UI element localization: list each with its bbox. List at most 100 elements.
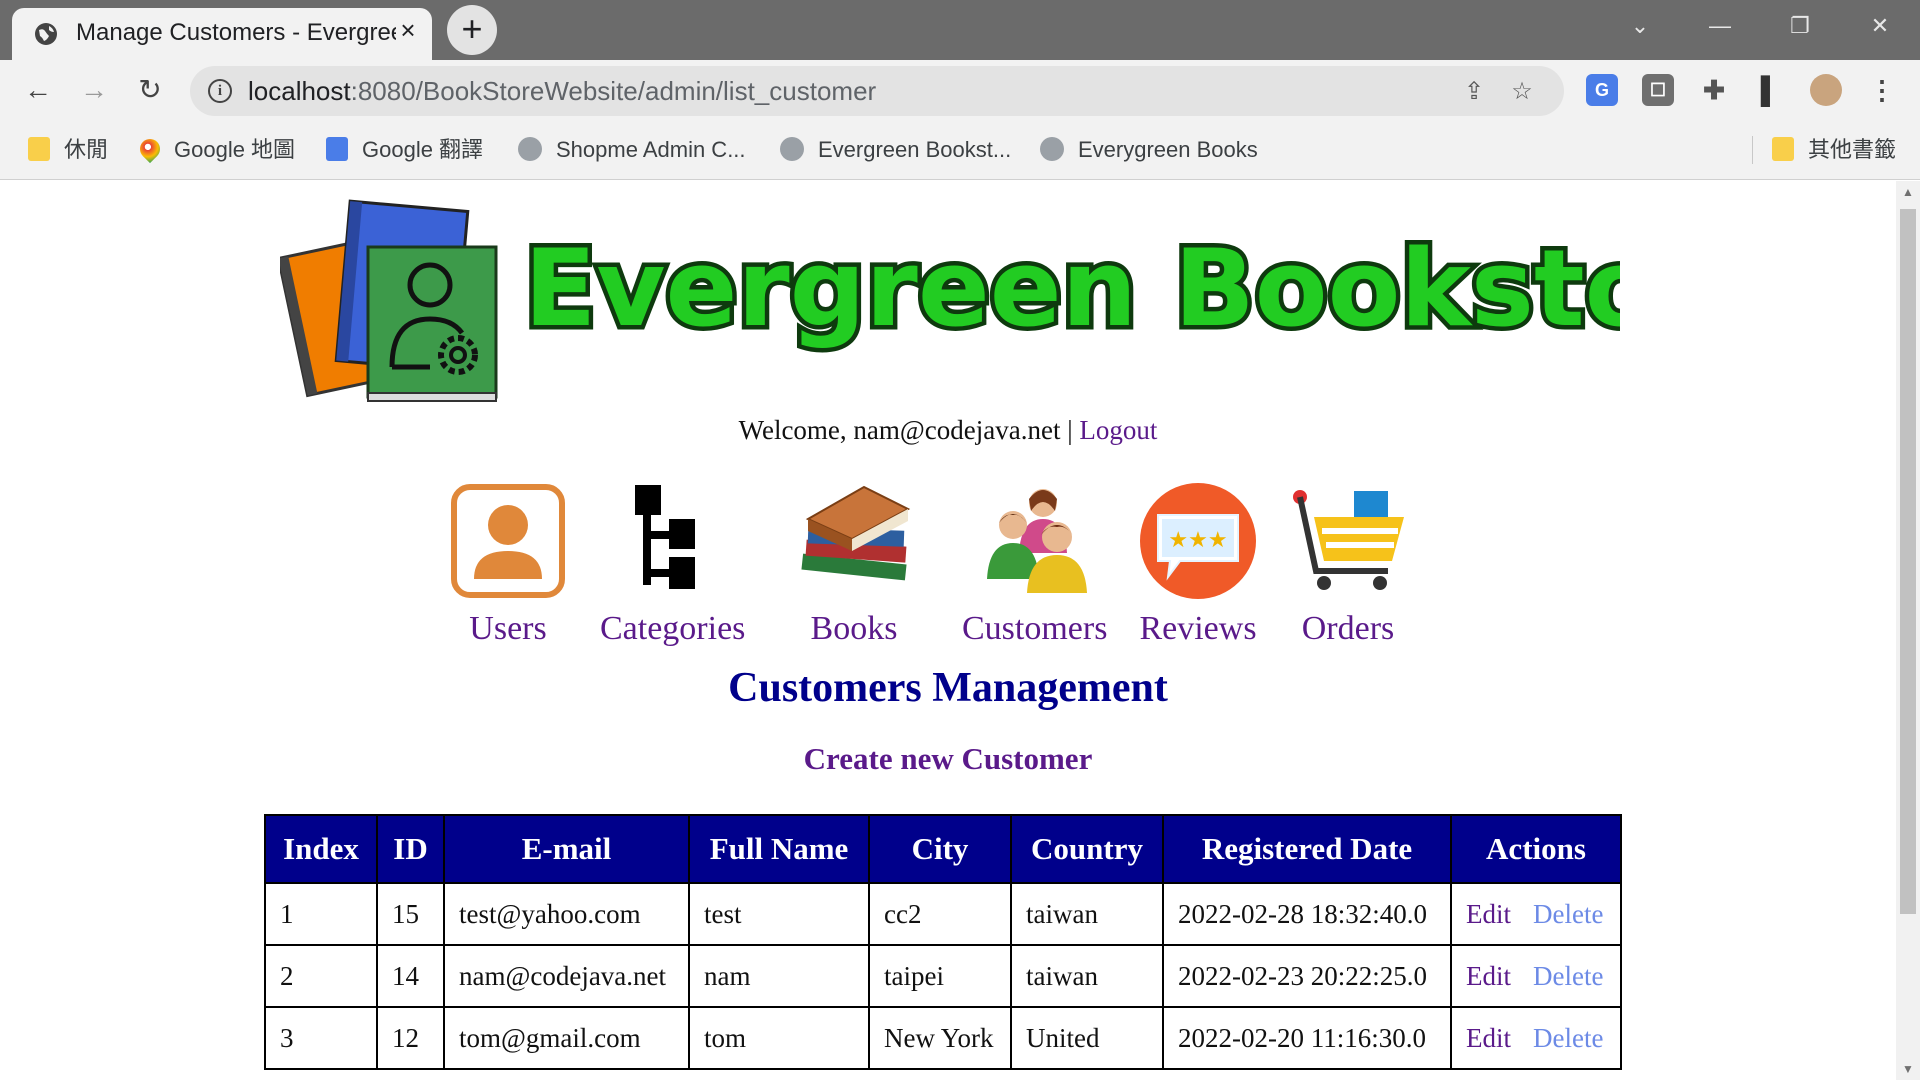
tab-title: Manage Customers - Evergreen bbox=[76, 19, 396, 46]
cell-index: 2 bbox=[264, 944, 378, 1008]
table-row: 1 15 test@yahoo.com test cc2 taiwan 2022… bbox=[264, 882, 1622, 946]
menu-customers[interactable]: Customers bbox=[962, 481, 1107, 648]
menu-users-label: Users bbox=[469, 610, 547, 647]
bookmark-star-icon[interactable]: ☆ bbox=[1508, 78, 1536, 106]
browser-tab-strip: Manage Customers - Evergreen × + ⌄ — ❐ ✕ bbox=[0, 0, 1920, 60]
browser-tab[interactable]: Manage Customers - Evergreen × bbox=[12, 8, 432, 60]
menu-customers-label: Customers bbox=[962, 610, 1108, 647]
cell-country: taiwan bbox=[1010, 882, 1164, 946]
other-bookmarks-folder[interactable]: 其他書籤 bbox=[1772, 134, 1896, 166]
cell-index: 1 bbox=[264, 882, 378, 946]
bookmark-shopme[interactable]: Shopme Admin C... bbox=[518, 134, 746, 166]
logout-link[interactable]: Logout bbox=[1079, 415, 1157, 445]
cell-id: 14 bbox=[376, 944, 445, 1008]
tab-search-icon[interactable]: ⌄ bbox=[1610, 8, 1670, 44]
new-tab-button[interactable]: + bbox=[447, 5, 497, 55]
menu-books[interactable]: Books bbox=[794, 481, 914, 648]
welcome-text: Welcome, nam@codejava.net bbox=[738, 415, 1061, 445]
table-row: 3 12 tom@gmail.com tom New York United 2… bbox=[264, 1006, 1622, 1070]
forward-icon[interactable]: → bbox=[76, 72, 112, 108]
cell-registered-date: 2022-02-20 11:16:30.0 bbox=[1162, 1006, 1452, 1070]
menu-categories-label: Categories bbox=[600, 610, 746, 647]
edit-link[interactable]: Edit bbox=[1466, 961, 1511, 991]
column-header: Index bbox=[264, 814, 378, 884]
profile-avatar[interactable] bbox=[1810, 74, 1842, 106]
welcome-bar: Welcome, nam@codejava.net | Logout bbox=[0, 415, 1896, 446]
scrollbar-thumb[interactable] bbox=[1900, 209, 1916, 914]
column-header: Country bbox=[1010, 814, 1164, 884]
google-translate-extension-icon[interactable]: G bbox=[1586, 74, 1618, 106]
bookmark-folder[interactable]: 休閒 bbox=[28, 134, 108, 166]
extensions-puzzle-icon[interactable]: ✚ bbox=[1698, 74, 1730, 106]
restore-icon[interactable]: ❐ bbox=[1770, 8, 1830, 44]
column-header: ID bbox=[376, 814, 445, 884]
column-header: Actions bbox=[1450, 814, 1622, 884]
maps-pin-icon bbox=[135, 135, 165, 164]
side-panel-icon[interactable]: ▌ bbox=[1754, 74, 1786, 106]
customers-table: Index ID E-mail Full Name City Country R… bbox=[264, 814, 1622, 1070]
cell-registered-date: 2022-02-23 20:22:25.0 bbox=[1162, 944, 1452, 1008]
delete-link[interactable]: Delete bbox=[1533, 961, 1603, 991]
column-header: Full Name bbox=[688, 814, 870, 884]
close-window-icon[interactable]: ✕ bbox=[1850, 8, 1910, 44]
address-bar[interactable]: i localhost:8080/BookStoreWebsite/admin/… bbox=[190, 66, 1564, 116]
site-info-icon[interactable]: i bbox=[208, 79, 232, 103]
url-text[interactable]: localhost:8080/BookStoreWebsite/admin/li… bbox=[248, 76, 876, 107]
scroll-down-icon[interactable]: ▼ bbox=[1901, 1062, 1915, 1076]
page-content: Evergreen Bookstore Welcome, nam@codejav… bbox=[0, 181, 1896, 1080]
books-icon bbox=[801, 485, 911, 581]
cell-actions: Edit Delete bbox=[1450, 1006, 1622, 1070]
folder-icon bbox=[1772, 137, 1794, 162]
cell-country: taiwan bbox=[1010, 944, 1164, 1008]
delete-link[interactable]: Delete bbox=[1533, 1023, 1603, 1053]
menu-categories[interactable]: Categories bbox=[600, 481, 745, 648]
bookmarks-divider bbox=[1752, 136, 1753, 164]
svg-text:★★★: ★★★ bbox=[1168, 528, 1227, 553]
bookmark-evergreen[interactable]: Evergreen Bookst... bbox=[780, 134, 1011, 166]
menu-orders[interactable]: Orders bbox=[1288, 481, 1408, 648]
cell-actions: Edit Delete bbox=[1450, 944, 1622, 1008]
edit-link[interactable]: Edit bbox=[1466, 1023, 1511, 1053]
cell-city: taipei bbox=[868, 944, 1012, 1008]
cell-full-name: nam bbox=[688, 944, 870, 1008]
column-header: Registered Date bbox=[1162, 814, 1452, 884]
scroll-up-icon[interactable]: ▲ bbox=[1901, 185, 1915, 199]
orders-icon bbox=[1293, 490, 1404, 590]
menu-users[interactable]: Users bbox=[448, 481, 568, 648]
menu-reviews-label: Reviews bbox=[1139, 610, 1257, 647]
welcome-separator: | bbox=[1067, 415, 1073, 445]
cell-registered-date: 2022-02-28 18:32:40.0 bbox=[1162, 882, 1452, 946]
page-scrollbar[interactable]: ▲ ▼ bbox=[1896, 181, 1920, 1080]
reload-icon[interactable]: ↻ bbox=[132, 72, 168, 108]
back-icon[interactable]: ← bbox=[20, 72, 56, 108]
bookmark-google-translate[interactable]: Google 翻譯 bbox=[326, 134, 483, 166]
tab-close-icon[interactable]: × bbox=[392, 14, 424, 46]
table-header-row: Index ID E-mail Full Name City Country R… bbox=[264, 814, 1622, 884]
menu-orders-label: Orders bbox=[1301, 610, 1395, 647]
cell-id: 15 bbox=[376, 882, 445, 946]
bookstore-logo-icon bbox=[280, 199, 498, 402]
minimize-icon[interactable]: — bbox=[1690, 8, 1750, 44]
translate-icon bbox=[326, 137, 348, 162]
bookmark-google-maps[interactable]: Google 地圖 bbox=[135, 134, 295, 166]
customers-icon bbox=[986, 489, 1087, 593]
cell-email: tom@gmail.com bbox=[443, 1006, 690, 1070]
delete-link[interactable]: Delete bbox=[1533, 899, 1603, 929]
bookmark-everygreen[interactable]: Everygreen Books bbox=[1040, 134, 1258, 166]
browser-toolbar: ← → ↻ i localhost:8080/BookStoreWebsite/… bbox=[0, 60, 1920, 120]
line-extension-icon[interactable]: ☐ bbox=[1642, 74, 1674, 106]
page-title: Customers Management bbox=[728, 665, 1168, 711]
menu-reviews[interactable]: ★★★ Reviews bbox=[1138, 481, 1258, 648]
create-customer-link[interactable]: Create new Customer bbox=[0, 741, 1896, 777]
cell-actions: Edit Delete bbox=[1450, 882, 1622, 946]
cell-full-name: tom bbox=[688, 1006, 870, 1070]
cell-email: test@yahoo.com bbox=[443, 882, 690, 946]
users-icon bbox=[451, 484, 565, 598]
share-icon[interactable]: ⇪ bbox=[1460, 78, 1488, 106]
menu-kebab-icon[interactable]: ⋮ bbox=[1866, 74, 1898, 106]
cell-full-name: test bbox=[688, 882, 870, 946]
column-header: E-mail bbox=[443, 814, 690, 884]
globe-icon bbox=[1040, 137, 1064, 162]
globe-icon bbox=[780, 137, 804, 162]
edit-link[interactable]: Edit bbox=[1466, 899, 1511, 929]
